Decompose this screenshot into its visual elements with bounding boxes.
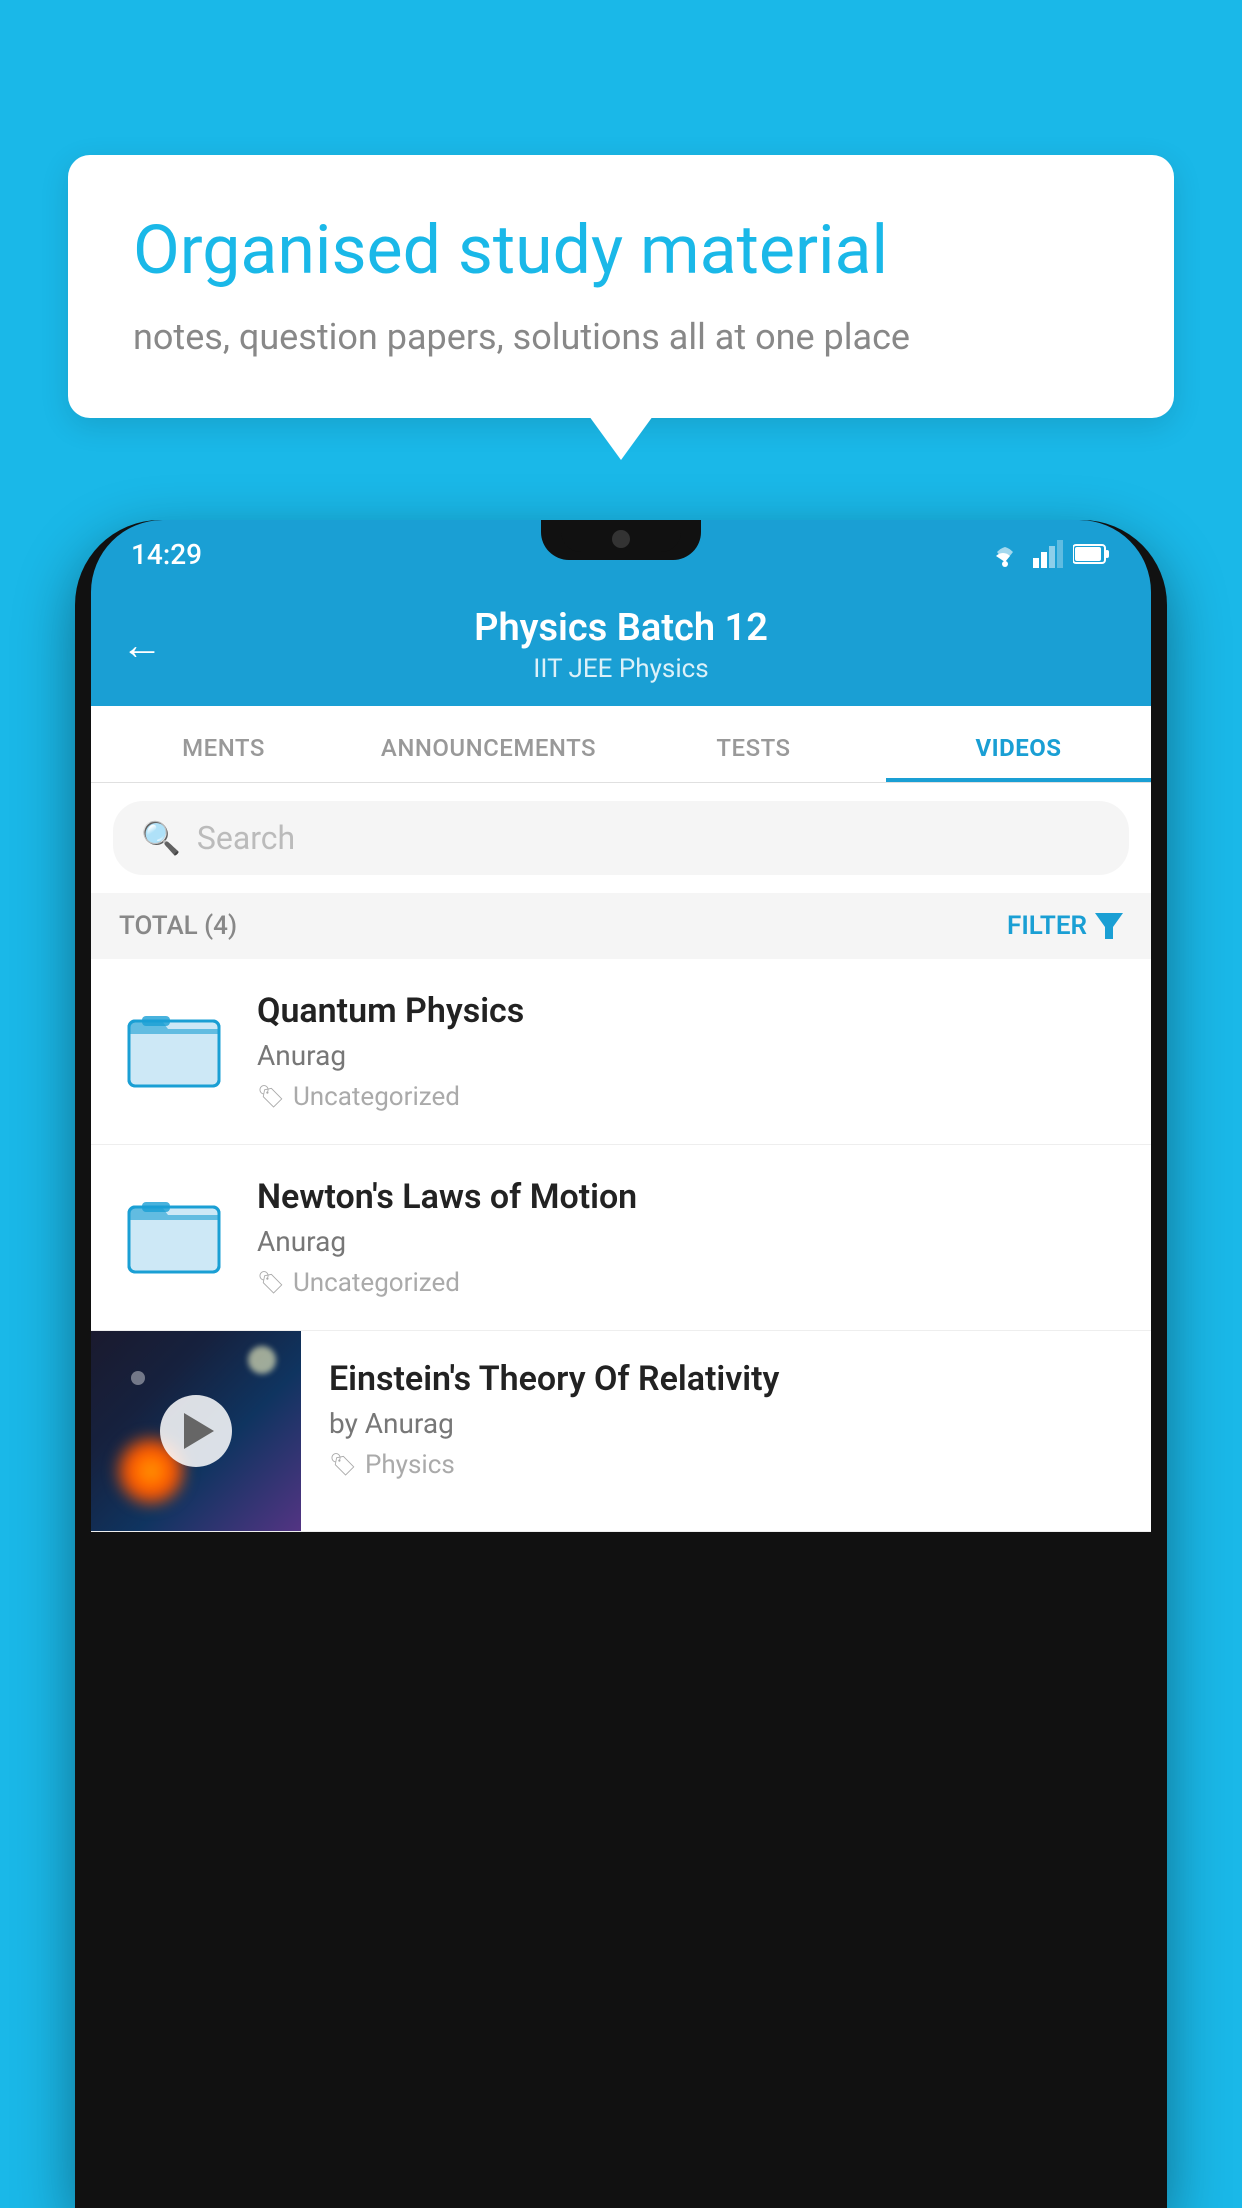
video-info-1: Quantum Physics Anurag 🏷 Uncategorized bbox=[257, 991, 1123, 1112]
video-author-3: by Anurag bbox=[329, 1407, 1123, 1440]
phone-inner: 14:29 bbox=[91, 520, 1151, 2208]
video-title-3: Einstein's Theory Of Relativity bbox=[329, 1359, 1123, 1399]
video-author-1: Anurag bbox=[257, 1039, 1123, 1072]
tab-ments[interactable]: MENTS bbox=[91, 706, 356, 782]
bubble-title: Organised study material bbox=[133, 210, 1109, 292]
status-icons bbox=[987, 540, 1111, 568]
nav-title: Physics Batch 12 IIT JEE Physics bbox=[474, 606, 768, 684]
video-tag-3: 🏷 Physics bbox=[329, 1450, 1123, 1480]
filter-bar: TOTAL (4) FILTER bbox=[91, 893, 1151, 959]
video-tag-1: 🏷 Uncategorized bbox=[257, 1082, 1123, 1112]
tab-announcements[interactable]: ANNOUNCEMENTS bbox=[356, 706, 621, 782]
tag-label-1: Uncategorized bbox=[293, 1082, 460, 1112]
video-tag-2: 🏷 Uncategorized bbox=[257, 1268, 1123, 1298]
tag-label-2: Uncategorized bbox=[293, 1268, 460, 1298]
filter-icon bbox=[1095, 913, 1123, 939]
total-count: TOTAL (4) bbox=[119, 911, 237, 941]
video-title-2: Newton's Laws of Motion bbox=[257, 1177, 1123, 1217]
folder-icon bbox=[124, 996, 224, 1096]
video-info-2: Newton's Laws of Motion Anurag 🏷 Uncateg… bbox=[257, 1177, 1123, 1298]
nav-title-main: Physics Batch 12 bbox=[474, 606, 768, 650]
video-author-2: Anurag bbox=[257, 1225, 1123, 1258]
speech-bubble: Organised study material notes, question… bbox=[68, 155, 1174, 418]
tabs-bar: MENTS ANNOUNCEMENTS TESTS VIDEOS bbox=[91, 706, 1151, 783]
search-icon: 🔍 bbox=[141, 819, 181, 857]
tag-label-3: Physics bbox=[365, 1450, 455, 1480]
list-item[interactable]: Einstein's Theory Of Relativity by Anura… bbox=[91, 1331, 1151, 1532]
bubble-subtitle: notes, question papers, solutions all at… bbox=[133, 316, 1109, 358]
video-title-1: Quantum Physics bbox=[257, 991, 1123, 1031]
play-icon bbox=[184, 1413, 214, 1449]
folder-thumb-2 bbox=[119, 1177, 229, 1287]
nav-bar: ← Physics Batch 12 IIT JEE Physics bbox=[91, 588, 1151, 706]
search-container: 🔍 Search bbox=[91, 783, 1151, 893]
phone-frame: 14:29 bbox=[75, 520, 1167, 2208]
list-item[interactable]: Newton's Laws of Motion Anurag 🏷 Uncateg… bbox=[91, 1145, 1151, 1331]
filter-label: FILTER bbox=[1007, 911, 1087, 941]
video-list: Quantum Physics Anurag 🏷 Uncategorized bbox=[91, 959, 1151, 1532]
nav-title-sub: IIT JEE Physics bbox=[474, 654, 768, 684]
search-bar[interactable]: 🔍 Search bbox=[113, 801, 1129, 875]
status-time: 14:29 bbox=[131, 538, 202, 571]
search-placeholder: Search bbox=[197, 819, 295, 857]
folder-icon bbox=[124, 1182, 224, 1282]
camera-dot bbox=[612, 530, 630, 548]
tag-icon-1: 🏷 bbox=[257, 1085, 285, 1110]
tab-tests[interactable]: TESTS bbox=[621, 706, 886, 782]
wifi-icon bbox=[987, 540, 1023, 568]
play-button[interactable] bbox=[160, 1395, 232, 1467]
tab-videos[interactable]: VIDEOS bbox=[886, 706, 1151, 782]
tag-icon-3: 🏷 bbox=[329, 1453, 357, 1478]
video-thumbnail-3 bbox=[91, 1331, 301, 1531]
battery-icon bbox=[1073, 543, 1111, 565]
signal-icon bbox=[1033, 540, 1063, 568]
video-info-3: Einstein's Theory Of Relativity by Anura… bbox=[301, 1331, 1151, 1500]
list-item[interactable]: Quantum Physics Anurag 🏷 Uncategorized bbox=[91, 959, 1151, 1145]
folder-thumb-1 bbox=[119, 991, 229, 1101]
phone-notch bbox=[561, 520, 681, 552]
back-button[interactable]: ← bbox=[121, 621, 163, 670]
tag-icon-2: 🏷 bbox=[257, 1271, 285, 1296]
filter-button[interactable]: FILTER bbox=[1007, 911, 1123, 941]
